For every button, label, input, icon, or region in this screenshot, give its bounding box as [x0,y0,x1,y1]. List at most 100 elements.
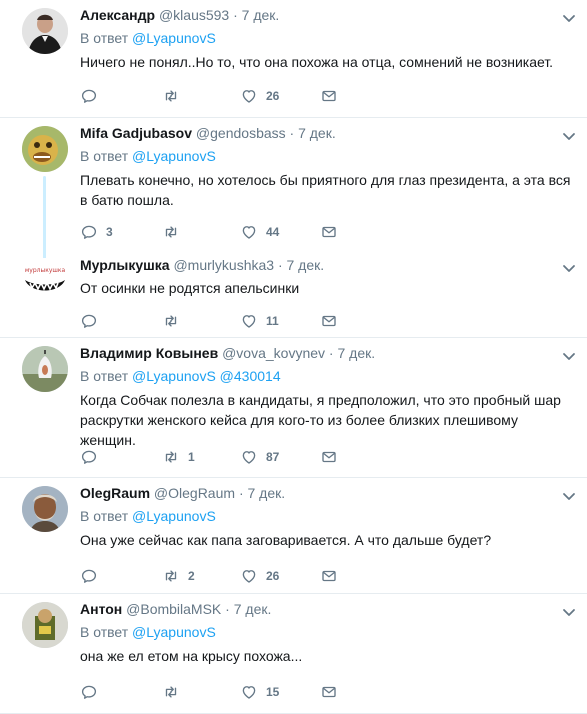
tweet-actions: 3 44 [80,222,380,242]
retweet-button[interactable]: 1 [162,447,195,467]
avatar[interactable] [22,126,68,172]
mention-link[interactable]: @LyapunovS [132,508,216,524]
like-button[interactable]: 11 [240,311,279,331]
user-handle[interactable]: @gendosbass [196,125,286,141]
reply-icon [80,223,98,241]
reply-context: В ответ @LyapunovS [80,623,575,642]
display-name[interactable]: OlegRaum [80,485,150,501]
like-count: 26 [266,569,280,583]
display-name[interactable]: Мурлыкушка [80,257,170,273]
reply-button[interactable] [80,682,106,702]
heart-icon [240,567,258,585]
tweet[interactable]: Антон @BombilaMSK · 7 дек. В ответ @Lyap… [0,594,587,714]
like-count: 15 [266,685,280,699]
reply-icon [80,448,98,466]
like-count: 26 [266,89,280,103]
user-handle[interactable]: @vova_kovynev [222,345,325,361]
reply-button[interactable] [80,447,106,467]
reply-button[interactable] [80,86,106,106]
timestamp[interactable]: · 7 дек. [329,345,375,361]
timestamp[interactable]: · 7 дек. [290,125,336,141]
display-name[interactable]: Антон [80,601,122,617]
retweet-button[interactable] [162,682,188,702]
display-name[interactable]: Александр [80,7,155,23]
heart-icon [240,683,258,701]
reply-context: В ответ @LyapunovS [80,147,575,166]
reply-prefix: В ответ [80,148,133,164]
tweet[interactable]: OlegRaum @OlegRaum · 7 дек. В ответ @Lya… [0,478,587,594]
mention-link-2[interactable]: @430014 [216,368,281,384]
envelope-icon [320,223,338,241]
timestamp[interactable]: · 7 дек. [233,7,279,23]
mention-link[interactable]: @LyapunovS [132,148,216,164]
display-name[interactable]: Владимир Ковынев [80,345,218,361]
avatar[interactable] [22,8,68,54]
retweet-icon [162,223,180,241]
tweet-header: Mifa Gadjubasov @gendosbass · 7 дек. [80,124,575,143]
chevron-down-icon[interactable] [561,604,577,620]
direct-message-button[interactable] [320,311,338,331]
heart-icon [240,312,258,330]
mention-link[interactable]: @LyapunovS [132,624,216,640]
like-count: 87 [266,450,280,464]
retweet-button[interactable]: 2 [162,566,195,586]
reply-button[interactable]: 3 [80,222,113,242]
direct-message-button[interactable] [320,447,338,467]
display-name[interactable]: Mifa Gadjubasov [80,125,192,141]
heart-icon [240,223,258,241]
chevron-down-icon[interactable] [561,10,577,26]
tweet-header: Владимир Ковынев @vova_kovynev · 7 дек. [80,344,575,363]
chevron-down-icon[interactable] [561,128,577,144]
tweet[interactable]: Александр @klaus593 · 7 дек. В ответ @Ly… [0,0,587,118]
tweet-text: Плевать конечно, но хотелось бы приятног… [80,172,571,208]
tweet[interactable]: Владимир Ковынев @vova_kovynev · 7 дек. … [0,338,587,478]
reply-button[interactable] [80,566,106,586]
retweet-icon [162,567,180,585]
user-handle[interactable]: @murlykushka3 [173,257,274,273]
avatar[interactable] [22,346,68,392]
direct-message-button[interactable] [320,566,338,586]
like-button[interactable]: 26 [240,566,279,586]
timestamp[interactable]: · 7 дек. [278,257,324,273]
like-button[interactable]: 26 [240,86,279,106]
like-button[interactable]: 44 [240,222,279,242]
chevron-down-icon[interactable] [561,348,577,364]
avatar[interactable] [22,486,68,532]
avatar[interactable]: мурлыкушка [22,258,68,304]
tweet-header: Александр @klaus593 · 7 дек. [80,6,575,25]
direct-message-button[interactable] [320,222,338,242]
user-handle[interactable]: @klaus593 [159,7,229,23]
avatar[interactable] [22,602,68,648]
retweet-button[interactable] [162,311,188,331]
retweet-button[interactable] [162,222,188,242]
like-button[interactable]: 15 [240,682,279,702]
tweet[interactable]: Mifa Gadjubasov @gendosbass · 7 дек. В о… [0,118,587,274]
reply-button[interactable] [80,311,106,331]
envelope-icon [320,448,338,466]
timestamp[interactable]: · 7 дек. [225,601,271,617]
timestamp[interactable]: · 7 дек. [239,485,285,501]
tweet-text: От осинки не родятся апельсинки [80,280,300,296]
reply-prefix: В ответ [80,368,133,384]
reply-context: В ответ @LyapunovS [80,507,575,526]
chevron-down-icon[interactable] [561,260,577,276]
like-count: 44 [266,225,280,239]
retweet-icon [162,87,180,105]
tweet-header: OlegRaum @OlegRaum · 7 дек. [80,484,575,503]
heart-icon [240,448,258,466]
user-handle[interactable]: @BombilaMSK [126,601,221,617]
mention-link[interactable]: @LyapunovS [132,368,216,384]
retweet-button[interactable] [162,86,188,106]
user-handle[interactable]: @OlegRaum [154,485,235,501]
mention-link[interactable]: @LyapunovS [132,30,216,46]
like-count: 11 [266,314,279,328]
chevron-down-icon[interactable] [561,488,577,504]
tweet[interactable]: мурлыкушка Мурлыкушка @murlykushka3 · 7 … [0,250,587,338]
tweet-replies-list: Александр @klaus593 · 7 дек. В ответ @Ly… [0,0,587,714]
reply-prefix: В ответ [80,624,133,640]
retweet-icon [162,448,180,466]
direct-message-button[interactable] [320,682,338,702]
retweet-count: 1 [188,450,195,464]
direct-message-button[interactable] [320,86,338,106]
like-button[interactable]: 87 [240,447,279,467]
